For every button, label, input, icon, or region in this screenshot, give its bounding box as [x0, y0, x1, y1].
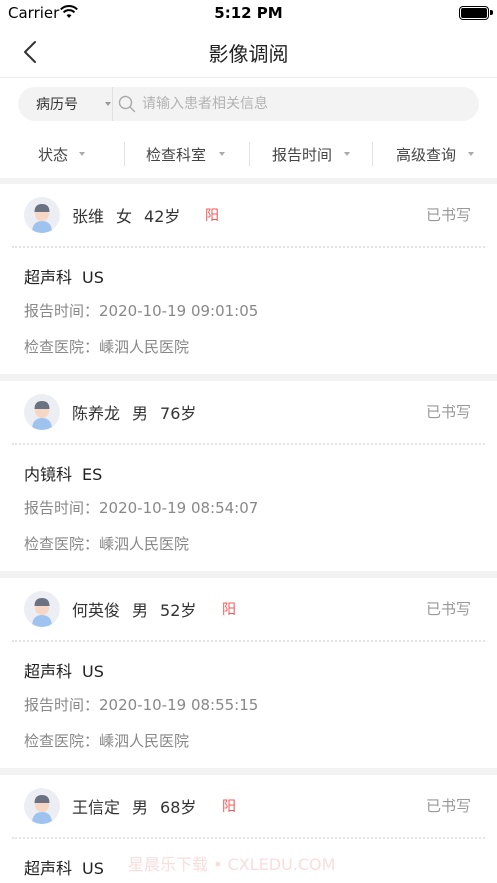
exam-department: 超声科 US: [24, 855, 104, 879]
patient-name: 陈养龙: [72, 404, 121, 423]
department-name: 内镜科: [24, 465, 73, 484]
report-time: 报告时间：2020-10-19 08:55:15: [24, 696, 259, 714]
search-input[interactable]: [142, 87, 462, 121]
patient-gender: 男: [132, 798, 149, 817]
record-card[interactable]: 张维女 42岁 阳 已书写 超声科 US 报告时间：2020-10-19 09:01…: [0, 184, 497, 374]
status-badge: 已书写: [425, 797, 471, 815]
exam-hospital: 检查医院：嵊泗人民医院: [24, 732, 190, 750]
record-card[interactable]: 陈养龙男 76岁 已书写 内镜科 ES 报告时间：2020-10-19 08:54:…: [0, 381, 497, 571]
search-bar: 病历号: [18, 87, 479, 121]
caret-down-icon: [79, 152, 85, 156]
patient-gender: 女: [116, 207, 133, 226]
patient-name: 王信定: [72, 798, 121, 817]
patient-age: 52岁: [160, 601, 197, 620]
divider: [12, 443, 485, 445]
divider: [12, 246, 485, 248]
filter-report-time-label: 报告时间: [272, 146, 333, 164]
caret-down-icon: [219, 152, 225, 156]
status-badge: 已书写: [425, 600, 471, 618]
status-badge: 已书写: [425, 403, 471, 421]
positive-tag: 阳: [222, 799, 236, 815]
status-bar: Carrier 5:12 PM: [0, 0, 497, 26]
patient-name: 张维: [72, 207, 105, 226]
exam-department: 超声科 US: [24, 658, 104, 682]
patient-info: 陈养龙男 76岁: [72, 400, 208, 424]
divider: [12, 640, 485, 642]
exam-hospital: 检查医院：嵊泗人民医院: [24, 338, 190, 356]
filter-status-label: 状态: [38, 146, 69, 164]
search-divider: [112, 87, 113, 121]
nav-bar: 影像调阅: [0, 26, 497, 78]
caret-down-icon: [468, 152, 474, 156]
record-card[interactable]: 何英俊男 52岁 阳 已书写 超声科 US 报告时间：2020-10-19 08:5…: [0, 578, 497, 768]
watermark: 星晨乐下载 • CXLEDU.COM: [128, 855, 336, 874]
patient-info: 张维女 42岁: [72, 203, 192, 227]
department-name: 超声科: [24, 859, 73, 878]
battery-icon: [459, 6, 493, 20]
filter-bar: 状态 检查科室 报告时间 高级查询: [0, 130, 497, 178]
positive-tag: 阳: [222, 602, 236, 618]
filter-status[interactable]: 状态: [0, 130, 124, 178]
exam-hospital: 检查医院：嵊泗人民医院: [24, 535, 190, 553]
patient-info: 何英俊男 52岁: [72, 597, 208, 621]
caret-down-icon: [344, 152, 350, 156]
filter-advanced[interactable]: 高级查询: [373, 130, 497, 178]
search-section: 病历号: [0, 78, 497, 130]
doctor-avatar-icon: [24, 394, 60, 430]
doctor-avatar-icon: [24, 197, 60, 233]
clock: 5:12 PM: [214, 4, 283, 22]
modality-code: US: [82, 662, 104, 681]
caret-down-icon: [105, 102, 111, 106]
search-type-selector[interactable]: 病历号: [36, 94, 78, 114]
patient-name: 何英俊: [72, 601, 121, 620]
doctor-avatar-icon: [24, 591, 60, 627]
report-time: 报告时间：2020-10-19 09:01:05: [24, 302, 259, 320]
modality-code: ES: [82, 465, 103, 484]
exam-department: 超声科 US: [24, 264, 104, 288]
modality-code: US: [82, 859, 104, 878]
filter-department[interactable]: 检查科室: [125, 130, 249, 178]
patient-age: 76岁: [160, 404, 197, 423]
search-icon: [118, 95, 136, 113]
filter-report-time[interactable]: 报告时间: [250, 130, 374, 178]
status-badge: 已书写: [425, 206, 471, 224]
page-title: 影像调阅: [208, 42, 289, 66]
patient-age: 42岁: [144, 207, 181, 226]
patient-gender: 男: [132, 404, 149, 423]
patient-age: 68岁: [160, 798, 197, 817]
exam-department: 内镜科 ES: [24, 461, 102, 485]
department-name: 超声科: [24, 268, 73, 287]
filter-advanced-label: 高级查询: [396, 146, 457, 164]
positive-tag: 阳: [205, 208, 219, 224]
doctor-avatar-icon: [24, 788, 60, 824]
filter-department-label: 检查科室: [146, 146, 207, 164]
patient-info: 王信定男 68岁: [72, 794, 208, 818]
patient-gender: 男: [132, 601, 149, 620]
divider: [12, 837, 485, 839]
report-time: 报告时间：2020-10-19 08:54:07: [24, 499, 259, 517]
modality-code: US: [82, 268, 104, 287]
department-name: 超声科: [24, 662, 73, 681]
